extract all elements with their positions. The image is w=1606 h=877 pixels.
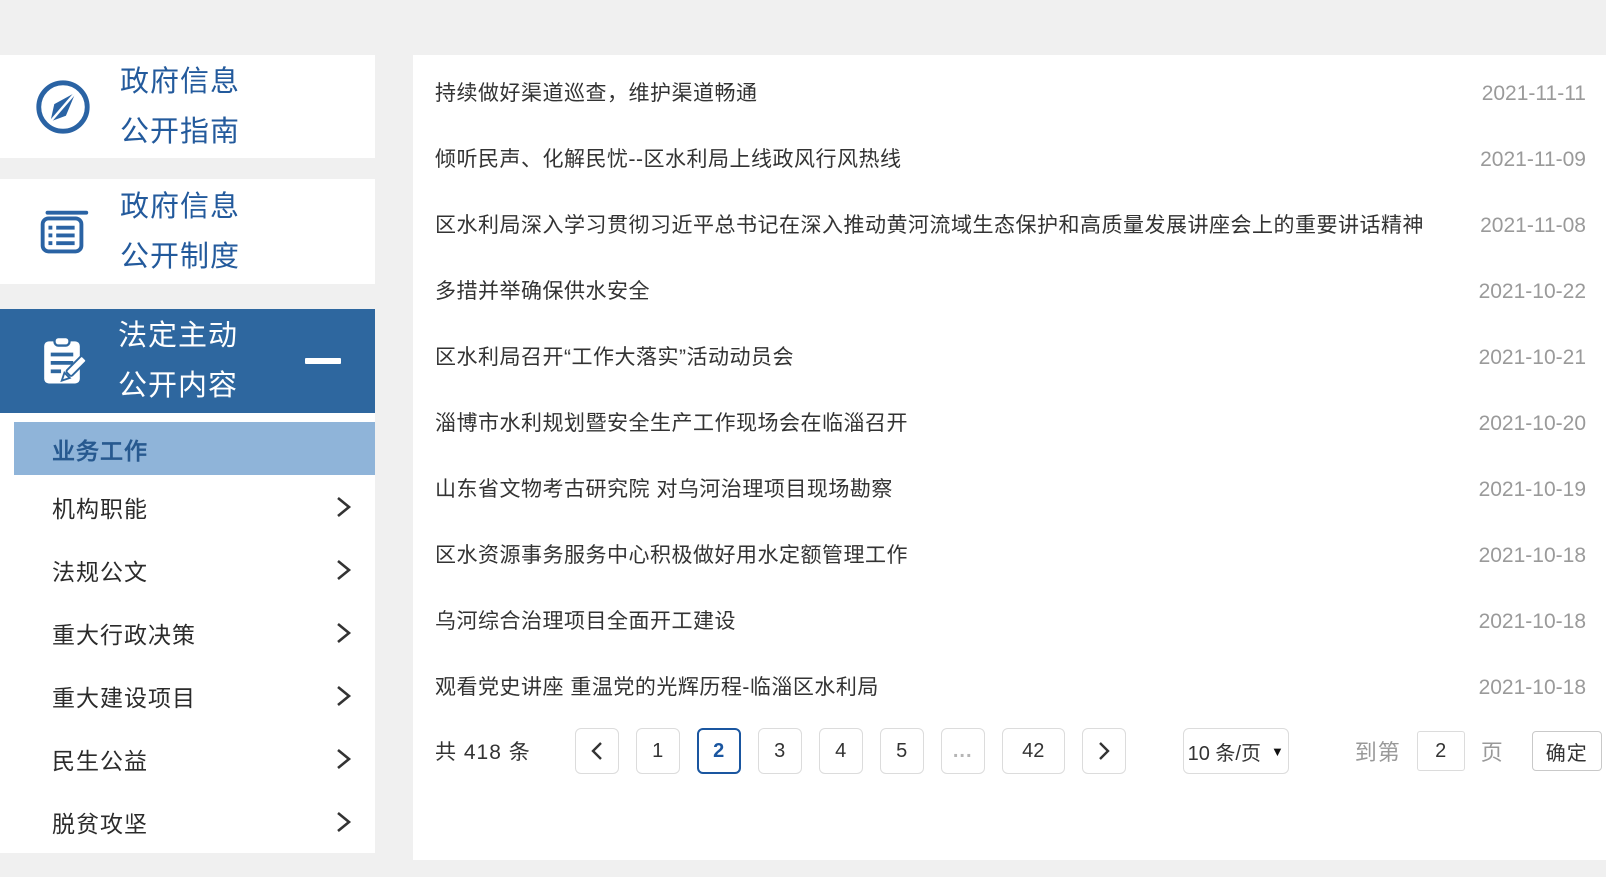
news-row: 淄博市水利规划暨安全生产工作现场会在临淄召开 2021-10-20 (413, 391, 1606, 457)
chevron-right-icon (333, 809, 353, 835)
total-count-label: 共 418 条 (435, 741, 531, 764)
news-row: 区水利局召开“工作大落实”活动动员会 2021-10-21 (413, 325, 1606, 391)
sidebar-item-poverty-alleviation[interactable]: 脱贫攻坚 (0, 790, 375, 853)
sidebar-item-livelihood-welfare[interactable]: 民生公益 (0, 727, 375, 790)
page-size-select[interactable]: 10 条/页 ▼ (1182, 728, 1289, 774)
sidebar-item-business-work[interactable]: 业务工作 (14, 422, 375, 475)
sidebar-item-major-construction[interactable]: 重大建设项目 (0, 664, 375, 727)
dropdown-arrow-icon: ▼ (1270, 743, 1284, 759)
chevron-right-icon (333, 557, 353, 583)
news-title-link[interactable]: 乌河综合治理项目全面开工建设 (435, 589, 1479, 655)
submenu-item-label: 脱贫攻坚 (52, 810, 148, 837)
submenu-item-label: 法规公文 (52, 558, 148, 585)
minus-icon (305, 358, 341, 364)
news-date: 2021-10-20 (1478, 412, 1586, 435)
news-row: 倾听民声、化解民忧--区水利局上线政风行风热线 2021-11-09 (413, 127, 1606, 193)
news-title-link[interactable]: 观看党史讲座 重温党的光辉历程-临淄区水利局 (435, 655, 1479, 721)
news-title-link[interactable]: 倾听民声、化解民忧--区水利局上线政风行风热线 (435, 127, 1480, 193)
news-title-link[interactable]: 多措并举确保供水安全 (435, 259, 1479, 325)
jump-suffix-label: 页 (1480, 740, 1504, 765)
news-row: 乌河综合治理项目全面开工建设 2021-10-18 (413, 589, 1606, 655)
news-title-link[interactable]: 持续做好渠道巡查，维护渠道畅通 (435, 61, 1482, 127)
news-title-link[interactable]: 区水利局深入学习贯彻习近平总书记在深入推动黄河流域生态保护和高质量发展讲座会上的… (435, 193, 1480, 259)
news-row: 多措并举确保供水安全 2021-10-22 (413, 259, 1606, 325)
sidebar-item-gov-info-guide[interactable]: 政府信息 公开指南 (0, 55, 375, 158)
news-row: 区水利局深入学习贯彻习近平总书记在深入推动黄河流域生态保护和高质量发展讲座会上的… (413, 193, 1606, 259)
news-row: 观看党史讲座 重温党的光辉历程-临淄区水利局 2021-10-18 (413, 655, 1606, 721)
news-date: 2021-10-19 (1478, 478, 1586, 501)
news-date: 2021-10-18 (1478, 610, 1586, 633)
notebook-icon (32, 201, 94, 263)
sidebar-item-label: 政府信息 公开指南 (120, 65, 241, 148)
chevron-right-icon (1096, 740, 1112, 762)
sidebar-item-gov-info-system[interactable]: 政府信息 公开制度 (0, 179, 375, 284)
confirm-button[interactable]: 确定 (1531, 731, 1602, 771)
news-date: 2021-10-18 (1478, 676, 1586, 699)
pagination-bar: 共 418 条 1 2 3 4 5 ... 42 10 条/页 ▼ 到第 页 确… (413, 727, 1606, 775)
news-date: 2021-11-11 (1481, 82, 1586, 105)
page-button-3[interactable]: 3 (757, 728, 802, 774)
chevron-left-icon (589, 740, 605, 762)
page-jump-input[interactable] (1416, 731, 1465, 771)
news-title-link[interactable]: 区水资源事务服务中心积极做好用水定额管理工作 (435, 523, 1479, 589)
news-title-link[interactable]: 山东省文物考古研究院 对乌河治理项目现场勘察 (435, 457, 1479, 523)
page-button-5[interactable]: 5 (879, 728, 924, 774)
news-date: 2021-11-08 (1480, 214, 1586, 237)
sidebar-item-major-admin-decisions[interactable]: 重大行政决策 (0, 601, 375, 664)
page-button-2-active[interactable]: 2 (696, 728, 741, 774)
page-button-1[interactable]: 1 (635, 728, 680, 774)
news-date: 2021-10-22 (1478, 280, 1586, 303)
submenu-item-label: 机构职能 (52, 495, 148, 522)
sidebar: 政府信息 公开指南 政府信息 公开制度 法定主动 公开内容 业务工作 机构职能 … (0, 55, 375, 853)
page-jump-group: 到第 页 确定 (1355, 731, 1602, 771)
news-row: 山东省文物考古研究院 对乌河治理项目现场勘察 2021-10-19 (413, 457, 1606, 523)
submenu-item-label: 民生公益 (52, 747, 148, 774)
page-button-42[interactable]: 42 (1001, 728, 1065, 774)
news-date: 2021-10-18 (1478, 544, 1586, 567)
chevron-right-icon (333, 620, 353, 646)
sidebar-item-label: 政府信息 公开制度 (120, 190, 241, 273)
news-row: 持续做好渠道巡查，维护渠道畅通 2021-11-11 (413, 61, 1606, 127)
sidebar-submenu: 业务工作 机构职能 法规公文 重大行政决策 重大建设项目 民生公益 脱贫攻坚 (0, 413, 375, 853)
chevron-right-icon (333, 494, 353, 520)
chevron-right-icon (333, 746, 353, 772)
page-ellipsis-button[interactable]: ... (940, 728, 985, 774)
submenu-item-label: 重大行政决策 (52, 621, 196, 648)
page-button-4[interactable]: 4 (818, 728, 863, 774)
news-date: 2021-11-09 (1480, 148, 1586, 171)
page-size-label: 10 条/页 (1187, 742, 1261, 765)
next-page-button[interactable] (1081, 728, 1126, 774)
prev-page-button[interactable] (574, 728, 619, 774)
submenu-item-label: 重大建设项目 (52, 684, 196, 711)
compass-icon (32, 76, 94, 138)
news-date: 2021-10-21 (1478, 346, 1586, 369)
clipboard-pencil-icon (32, 331, 92, 391)
sidebar-item-org-functions[interactable]: 机构职能 (0, 475, 375, 538)
news-row: 区水资源事务服务中心积极做好用水定额管理工作 2021-10-18 (413, 523, 1606, 589)
chevron-right-icon (333, 683, 353, 709)
news-title-link[interactable]: 淄博市水利规划暨安全生产工作现场会在临淄召开 (435, 391, 1479, 457)
sidebar-item-legal-active-disclosure[interactable]: 法定主动 公开内容 (0, 309, 375, 413)
news-title-link[interactable]: 区水利局召开“工作大落实”活动动员会 (435, 325, 1479, 391)
jump-prefix-label: 到第 (1354, 740, 1401, 765)
news-list-panel: 持续做好渠道巡查，维护渠道畅通 2021-11-11 倾听民声、化解民忧--区水… (413, 55, 1606, 860)
sidebar-item-regulations[interactable]: 法规公文 (0, 538, 375, 601)
sidebar-item-label: 法定主动 公开内容 (118, 320, 239, 402)
